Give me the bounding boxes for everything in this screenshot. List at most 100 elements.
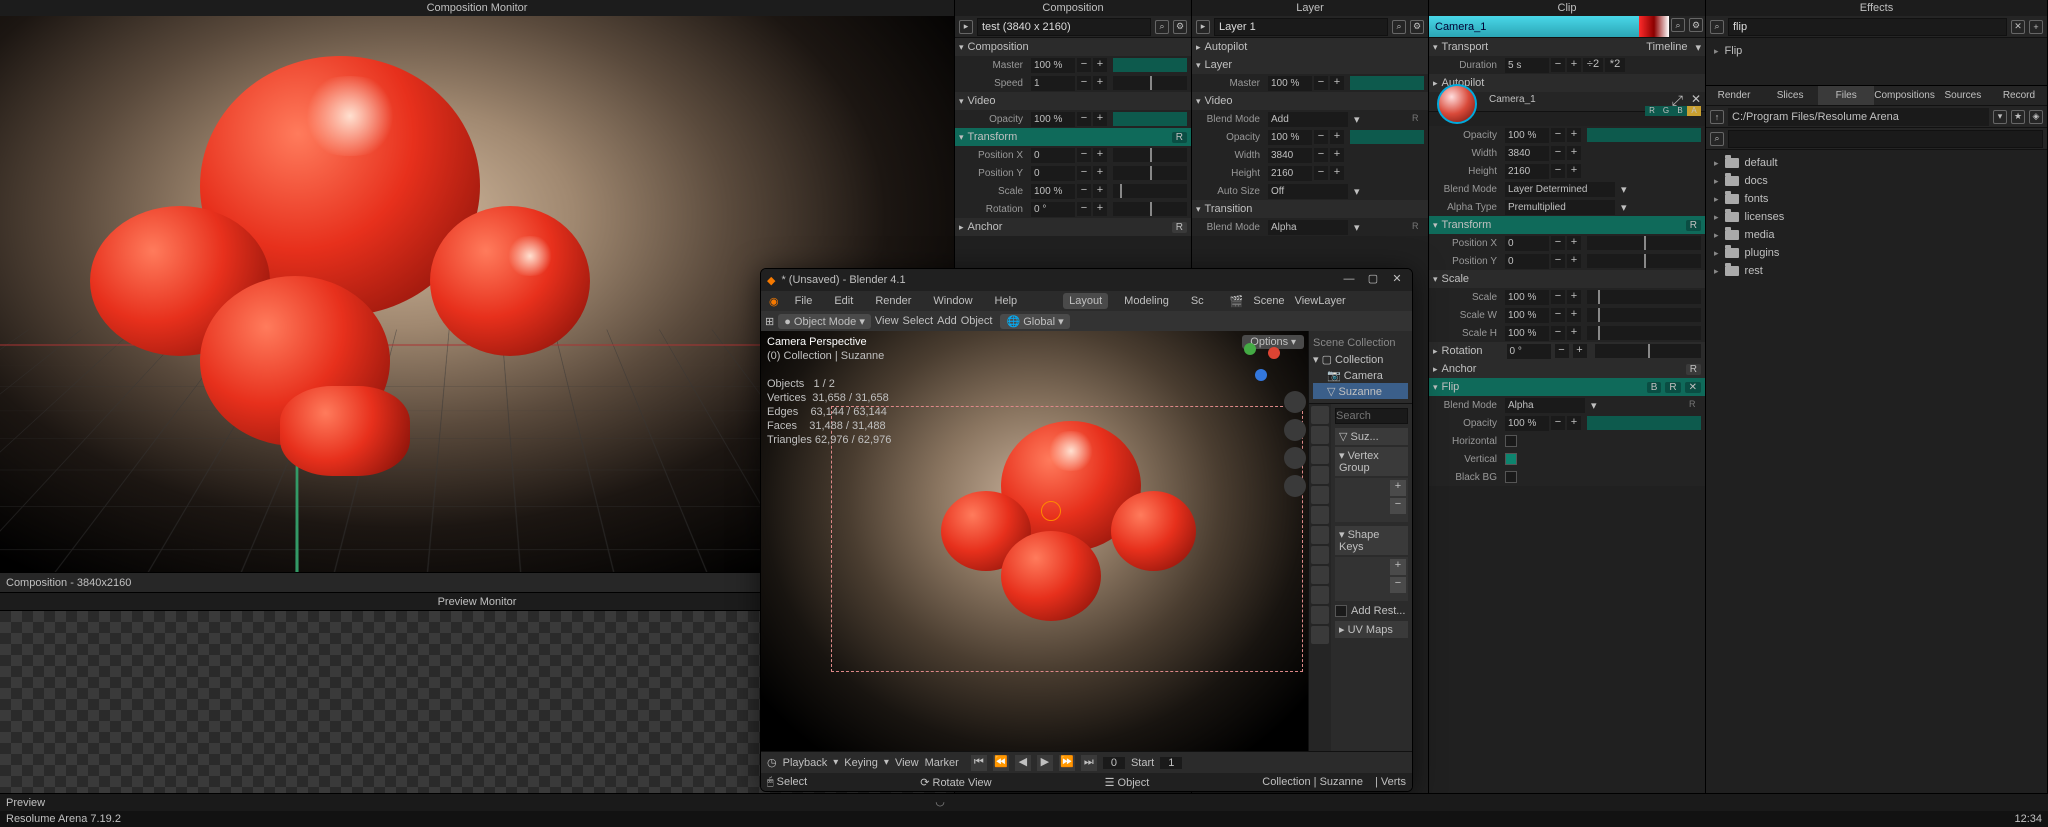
layer-blend-dropdown[interactable]: Add — [1268, 112, 1348, 127]
next-key-icon[interactable]: ⏩ — [1059, 755, 1075, 771]
flip-blackbg-checkbox[interactable] — [1505, 471, 1517, 483]
splitter-icon[interactable]: ◡ — [933, 795, 947, 809]
folder-plugins[interactable]: ▸plugins — [1714, 244, 2039, 262]
jump-start-icon[interactable]: ⏮ — [971, 755, 987, 771]
search-icon[interactable]: ⌕ — [1671, 18, 1685, 32]
minimize-button[interactable]: — — [1340, 271, 1358, 289]
sec-clip-scale[interactable]: ▾Scale — [1429, 270, 1705, 288]
tab-render[interactable]: Render — [1706, 86, 1762, 105]
sec-clip-transform[interactable]: ▾TransformR — [1429, 216, 1705, 234]
object-name-field[interactable]: ▽ Suz... — [1335, 428, 1408, 445]
property-tabs[interactable] — [1309, 404, 1331, 751]
double-button[interactable]: *2 — [1605, 58, 1625, 72]
suzanne-viewport[interactable] — [941, 421, 1201, 631]
search-icon[interactable]: ⌕ — [1710, 132, 1724, 146]
outliner-collection[interactable]: ▾ ▢ Collection — [1313, 351, 1408, 367]
clip-timeline[interactable]: Camera_1 ⤢ ✕ RGBA — [1429, 92, 1705, 112]
menu-help[interactable]: Help — [989, 293, 1024, 309]
vertex-groups-header[interactable]: ▾ Vertex Group — [1335, 447, 1408, 476]
workspace-layout[interactable]: Layout — [1063, 293, 1108, 309]
comp-name-input[interactable] — [977, 18, 1151, 36]
sec-layer-video[interactable]: ▾Video — [1192, 92, 1428, 110]
scene-dropdown[interactable]: Scene — [1253, 295, 1284, 307]
orientation-dropdown[interactable]: 🌐 Global ▾ — [1000, 314, 1069, 329]
bookmark-icon[interactable]: ★ — [2011, 110, 2025, 124]
timeline-editor-icon[interactable]: ◷ — [767, 756, 777, 769]
blender-viewport[interactable]: Camera Perspective (0) Collection | Suza… — [761, 331, 1308, 751]
folder-fonts[interactable]: ▸fonts — [1714, 190, 2039, 208]
current-frame[interactable]: 0 — [1103, 757, 1125, 769]
uv-maps-header[interactable]: ▸ UV Maps — [1335, 621, 1408, 638]
comp-caret-icon[interactable]: ▸ — [959, 20, 973, 34]
blender-titlebar[interactable]: ◆ * (Unsaved) - Blender 4.1 — ▢ ✕ — [761, 269, 1412, 291]
menu-select[interactable]: Select — [903, 315, 934, 327]
prev-key-icon[interactable]: ⏪ — [993, 755, 1009, 771]
sec-clip-transport[interactable]: ▾TransportTimeline▾ — [1429, 38, 1705, 56]
menu-object[interactable]: Object — [961, 315, 993, 327]
add-button[interactable]: + — [1390, 480, 1406, 496]
tab-slices[interactable]: Slices — [1762, 86, 1818, 105]
clip-name[interactable]: Camera_1 — [1429, 16, 1639, 37]
jump-end-icon[interactable]: ⏭ — [1081, 755, 1097, 771]
clip-blend-dropdown[interactable]: Layer Determined — [1505, 182, 1615, 197]
sec-layer-transition[interactable]: ▾Transition — [1192, 200, 1428, 218]
folder-licenses[interactable]: ▸licenses — [1714, 208, 2039, 226]
gear-icon[interactable]: ⚙ — [1173, 20, 1187, 34]
maximize-button[interactable]: ▢ — [1364, 271, 1382, 289]
file-search-input[interactable] — [1728, 130, 2043, 148]
folder-default[interactable]: ▸default — [1714, 154, 2039, 172]
workspace-more[interactable]: Sc — [1185, 293, 1210, 309]
layer-autosize-dropdown[interactable]: Off — [1268, 184, 1348, 199]
sec-layer-autopilot[interactable]: ▸Autopilot — [1192, 38, 1428, 56]
props-search-input[interactable] — [1335, 408, 1408, 424]
play-reverse-icon[interactable]: ◀ — [1015, 755, 1031, 771]
outliner-suzanne[interactable]: ▽ Suzanne — [1313, 383, 1408, 399]
start-frame[interactable]: 1 — [1160, 757, 1182, 769]
menu-render[interactable]: Render — [869, 293, 917, 309]
blender-window[interactable]: ◆ * (Unsaved) - Blender 4.1 — ▢ ✕ ◉ File… — [760, 268, 1413, 792]
search-icon[interactable]: ⌕ — [1710, 20, 1724, 34]
mode-dropdown[interactable]: ● Object Mode ▾ — [778, 314, 871, 329]
up-folder-icon[interactable]: ↑ — [1710, 110, 1724, 124]
flip-vertical-checkbox[interactable] — [1505, 453, 1517, 465]
transport-mode-dropdown[interactable]: Timeline — [1646, 41, 1687, 53]
path-dropdown-icon[interactable]: ▾ — [1993, 110, 2007, 124]
viewport-nav-icons[interactable] — [1284, 391, 1306, 497]
menu-file[interactable]: File — [789, 293, 819, 309]
remove-button[interactable]: − — [1390, 498, 1406, 514]
path-input[interactable]: C:/Program Files/Resolume Arena — [1728, 108, 1989, 126]
remove-effect-button[interactable]: ✕ — [1685, 382, 1701, 393]
menu-add[interactable]: Add — [937, 315, 957, 327]
viewlayer-dropdown[interactable]: ViewLayer — [1295, 295, 1346, 307]
editor-type-icon[interactable]: ⊞ — [765, 315, 774, 328]
effects-search-input[interactable] — [1728, 18, 2007, 36]
tag-icon[interactable]: ◈ — [2029, 110, 2043, 124]
minus-button[interactable]: − — [1077, 58, 1091, 72]
timeline-keying[interactable]: Keying — [844, 757, 878, 769]
sec-layer[interactable]: ▾Layer — [1192, 56, 1428, 74]
search-icon[interactable]: ⌕ — [1155, 20, 1169, 34]
timeline-playback[interactable]: Playback — [783, 757, 828, 769]
sec-comp-anchor[interactable]: ▸AnchorR — [955, 218, 1191, 236]
timeline-marker[interactable]: Marker — [925, 757, 959, 769]
sec-clip-flip[interactable]: ▾FlipBR✕ — [1429, 378, 1705, 396]
play-icon[interactable]: ▶ — [1037, 755, 1053, 771]
close-button[interactable]: ✕ — [1388, 271, 1406, 289]
tab-sources[interactable]: Sources — [1935, 86, 1991, 105]
comp-master-value[interactable]: 100 % — [1031, 58, 1075, 73]
workspace-modeling[interactable]: Modeling — [1118, 293, 1175, 309]
timeline-view[interactable]: View — [895, 757, 919, 769]
add-icon[interactable]: + — [2029, 20, 2043, 34]
sec-clip-anchor[interactable]: ▸AnchorR — [1429, 360, 1705, 378]
add-rest-checkbox[interactable] — [1335, 605, 1347, 617]
menu-window[interactable]: Window — [927, 293, 978, 309]
nav-gizmo[interactable] — [1238, 339, 1284, 385]
tab-record[interactable]: Record — [1991, 86, 2047, 105]
half-button[interactable]: ÷2 — [1583, 58, 1603, 72]
outliner-scene[interactable]: Scene Collection — [1313, 335, 1408, 351]
menu-edit[interactable]: Edit — [828, 293, 859, 309]
effect-item-flip[interactable]: ▸Flip — [1714, 42, 2039, 60]
outliner[interactable]: Scene Collection ▾ ▢ Collection 📷 Camera… — [1309, 331, 1412, 403]
sec-composition[interactable]: ▾Composition — [955, 38, 1191, 56]
sec-comp-transform[interactable]: ▾TransformR — [955, 128, 1191, 146]
